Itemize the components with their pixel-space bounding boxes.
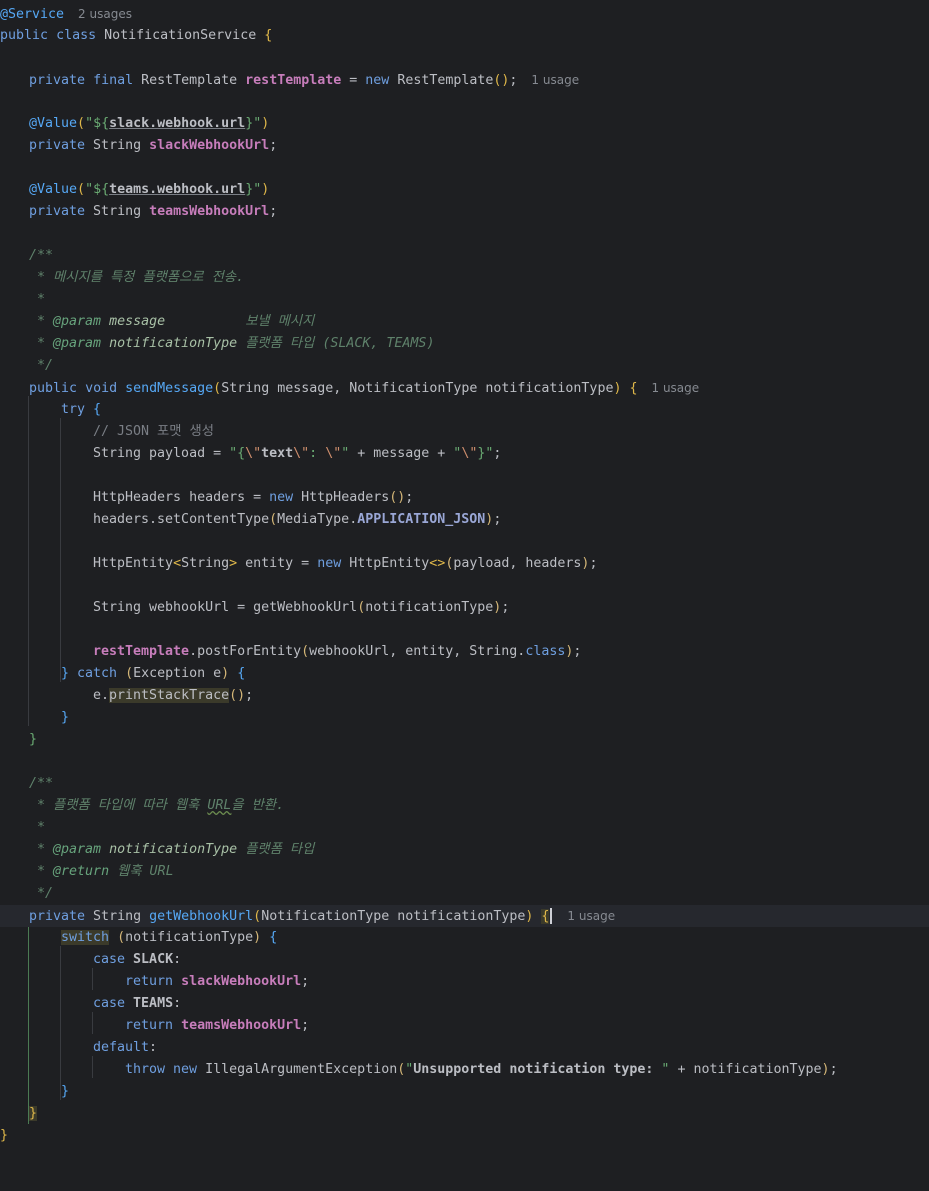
code-line[interactable]: */ bbox=[0, 883, 929, 905]
usage-hint[interactable]: 1 usage bbox=[567, 909, 615, 923]
code-line[interactable]: case TEAMS: bbox=[0, 993, 929, 1015]
code-line[interactable]: e.printStackTrace(); bbox=[0, 685, 929, 707]
code-line[interactable]: * bbox=[0, 289, 929, 311]
usage-hint[interactable]: 1 usage bbox=[531, 73, 579, 87]
code-line[interactable]: default: bbox=[0, 1037, 929, 1059]
code-line[interactable]: * @param notificationType 플랫폼 타입 bbox=[0, 839, 929, 861]
code-line[interactable]: } catch (Exception e) { bbox=[0, 663, 929, 685]
code-line[interactable]: switch (notificationType) { bbox=[0, 927, 929, 949]
code-line[interactable]: * @param message 보낼 메시지 bbox=[0, 311, 929, 333]
code-line[interactable]: } bbox=[0, 729, 929, 751]
code-line[interactable]: private String teamsWebhookUrl; bbox=[0, 201, 929, 223]
code-line[interactable]: * bbox=[0, 817, 929, 839]
code-line[interactable]: String payload = "{\"text\": \"" + messa… bbox=[0, 443, 929, 465]
code-line[interactable]: // JSON 포맷 생성 bbox=[0, 421, 929, 443]
code-line[interactable]: HttpEntity<String> entity = new HttpEnti… bbox=[0, 553, 929, 575]
code-line-current[interactable]: private String getWebhookUrl(Notificatio… bbox=[0, 905, 929, 927]
code-line[interactable]: * @return 웹훅 URL bbox=[0, 861, 929, 883]
code-line[interactable]: } bbox=[0, 707, 929, 729]
code-line[interactable]: /** bbox=[0, 245, 929, 267]
code-line[interactable]: private String slackWebhookUrl; bbox=[0, 135, 929, 157]
usage-hint[interactable]: 2 usages bbox=[78, 7, 132, 21]
code-line[interactable]: return slackWebhookUrl; bbox=[0, 971, 929, 993]
code-line[interactable]: case SLACK: bbox=[0, 949, 929, 971]
code-line[interactable]: /** bbox=[0, 773, 929, 795]
code-line[interactable]: private final RestTemplate restTemplate … bbox=[0, 69, 929, 91]
code-line[interactable]: * 플랫폼 타입에 따라 웹훅 URL을 반환. bbox=[0, 795, 929, 817]
usage-hint[interactable]: 1 usage bbox=[652, 381, 700, 395]
code-line[interactable]: } bbox=[0, 1103, 929, 1125]
code-line[interactable]: public void sendMessage(String message, … bbox=[0, 377, 929, 399]
code-line[interactable]: restTemplate.postForEntity(webhookUrl, e… bbox=[0, 641, 929, 663]
code-line[interactable]: try { bbox=[0, 399, 929, 421]
code-line[interactable]: @Service 2 usages bbox=[0, 3, 929, 25]
annotation-service: @Service bbox=[0, 7, 65, 22]
code-line[interactable]: headers.setContentType(MediaType.APPLICA… bbox=[0, 509, 929, 531]
code-line[interactable]: return teamsWebhookUrl; bbox=[0, 1015, 929, 1037]
code-line[interactable]: */ bbox=[0, 355, 929, 377]
text-caret bbox=[550, 908, 553, 924]
code-line[interactable]: HttpHeaders headers = new HttpHeaders(); bbox=[0, 487, 929, 509]
code-line[interactable]: public class NotificationService { bbox=[0, 25, 929, 47]
code-line[interactable]: } bbox=[0, 1125, 929, 1147]
code-line[interactable]: @Value("${teams.webhook.url}") bbox=[0, 179, 929, 201]
code-line[interactable]: @Value("${slack.webhook.url}") bbox=[0, 113, 929, 135]
code-line[interactable]: String webhookUrl = getWebhookUrl(notifi… bbox=[0, 597, 929, 619]
code-line[interactable]: * 메시지를 특정 플랫폼으로 전송. bbox=[0, 267, 929, 289]
code-editor[interactable]: @Service 2 usages public class Notificati… bbox=[0, 0, 929, 1162]
code-line[interactable]: * @param notificationType 플랫폼 타입 (SLACK,… bbox=[0, 333, 929, 355]
code-line[interactable]: throw new IllegalArgumentException("Unsu… bbox=[0, 1059, 929, 1081]
code-line[interactable]: } bbox=[0, 1081, 929, 1103]
